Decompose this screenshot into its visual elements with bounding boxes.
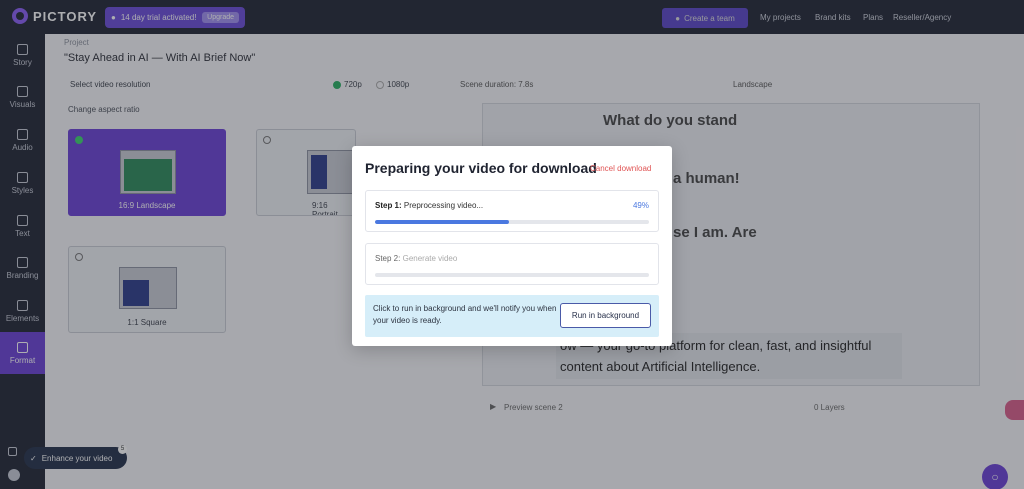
step-1-box: Step 1: Preprocessing video... 49% <box>365 190 659 232</box>
step-2-progress-track <box>375 273 649 277</box>
step-2-description: Generate video <box>402 254 458 263</box>
step-1-prefix: Step 1: <box>375 201 402 210</box>
step-1-description: Preprocessing video... <box>403 201 484 210</box>
modal-title: Preparing your video for download <box>365 160 597 176</box>
step-1-percent: 49% <box>632 201 649 210</box>
step-1-progress-track <box>375 220 649 224</box>
background-info-box: Click to run in background and we'll not… <box>365 295 659 337</box>
step-1-text: Step 1: Preprocessing video... <box>375 201 483 210</box>
cancel-download-link[interactable]: Cancel download <box>590 164 651 173</box>
download-modal: Preparing your video for download Cancel… <box>352 146 672 346</box>
step-1-progress-fill <box>375 220 510 224</box>
step-2-prefix: Step 2: <box>375 254 401 263</box>
background-info-text: Click to run in background and we'll not… <box>373 304 557 325</box>
step-2-text: Step 2: Generate video <box>375 254 457 263</box>
run-in-background-button[interactable]: Run in background <box>560 303 651 328</box>
step-2-box: Step 2: Generate video <box>365 243 659 285</box>
